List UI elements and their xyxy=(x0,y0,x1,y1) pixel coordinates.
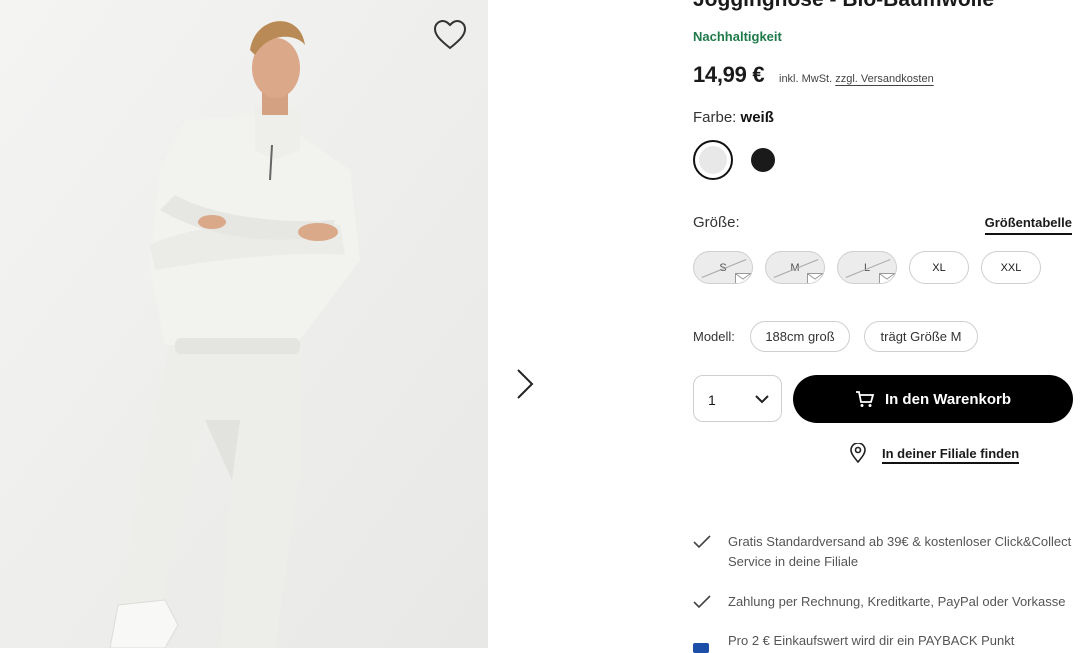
location-pin-icon xyxy=(850,443,866,463)
size-option-s[interactable]: S xyxy=(693,251,753,284)
cart-icon xyxy=(855,391,875,407)
payback-icon xyxy=(693,643,709,653)
heart-icon[interactable] xyxy=(432,18,468,52)
model-height-badge: 188cm groß xyxy=(750,321,850,352)
check-icon xyxy=(693,535,711,549)
mail-icon xyxy=(735,273,751,283)
mail-icon xyxy=(879,273,895,283)
size-label: Größe: xyxy=(693,214,740,231)
color-label-text: Farbe: xyxy=(693,109,737,126)
product-title: Jogginghose - Bio-Baumwolle xyxy=(693,0,994,12)
color-swatch-white[interactable] xyxy=(693,140,733,180)
chevron-down-icon xyxy=(755,395,769,404)
quantity-select[interactable]: 1 xyxy=(693,375,782,422)
shipping-costs-link[interactable]: zzgl. Versandkosten xyxy=(835,73,933,85)
size-chart-link[interactable]: Größentabelle xyxy=(984,215,1072,235)
color-label: Farbe: weiß xyxy=(693,109,774,126)
add-to-cart-label: In den Warenkorb xyxy=(884,390,1012,408)
sustainability-link[interactable]: Nachhaltigkeit xyxy=(693,29,782,44)
check-icon xyxy=(693,595,711,609)
price: 14,99 € xyxy=(693,62,765,87)
size-option-label: XL xyxy=(932,261,946,274)
benefit-text: Gratis Standardversand ab 39€ & kostenlo… xyxy=(728,534,1072,569)
benefit-text: Pro 2 € Einkaufswert wird dir ein PAYBAC… xyxy=(728,633,1015,648)
product-photo xyxy=(0,0,488,648)
size-option-xl[interactable]: XL xyxy=(909,251,969,284)
quantity-value: 1 xyxy=(708,392,716,408)
add-to-cart-button[interactable]: In den Warenkorb xyxy=(793,375,1073,423)
chevron-right-icon[interactable] xyxy=(512,364,538,404)
benefit-text: Zahlung per Rechnung, Kreditkarte, PayPa… xyxy=(728,594,1066,609)
vat-text: inkl. MwSt. xyxy=(779,73,833,85)
vat-info: inkl. MwSt. zzgl. Versandkosten xyxy=(779,73,934,85)
size-option-l[interactable]: L xyxy=(837,251,897,284)
size-option-m[interactable]: M xyxy=(765,251,825,284)
product-image[interactable] xyxy=(0,0,488,648)
size-option-label: XXL xyxy=(1000,261,1022,274)
selected-color: weiß xyxy=(740,109,774,126)
mail-icon xyxy=(807,273,823,283)
find-in-store-link[interactable]: In deiner Filiale finden xyxy=(882,446,1020,464)
model-label: Modell: xyxy=(693,329,735,344)
model-size-badge: trägt Größe M xyxy=(864,321,978,352)
size-option-xxl[interactable]: XXL xyxy=(981,251,1041,284)
color-swatch-black[interactable] xyxy=(751,148,775,172)
